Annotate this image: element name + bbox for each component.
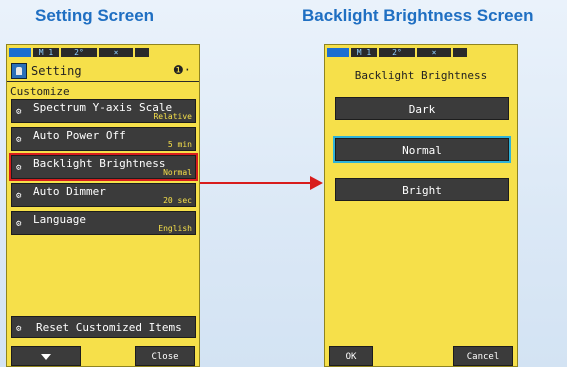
cancel-button[interactable]: Cancel — [453, 346, 513, 366]
ok-button[interactable]: OK — [329, 346, 373, 366]
backlight-brightness-screen: M 1 2° × Backlight Brightness Dark Norma… — [324, 44, 518, 367]
status-bar: M 1 2° × — [7, 45, 199, 59]
menu-item-value: English — [158, 224, 192, 233]
menu-item-language[interactable]: ⚙ Language English — [11, 211, 196, 235]
down-arrow-icon — [41, 353, 51, 360]
sd-card-icon — [453, 47, 467, 57]
gear-icon: ⚙ — [16, 163, 22, 173]
caption-setting-screen: Setting Screen — [35, 6, 155, 25]
gear-icon: ⚙ — [16, 135, 22, 145]
battery-icon — [327, 47, 349, 57]
menu-item-value: 20 sec — [163, 196, 192, 205]
menu-item-auto-power-off[interactable]: ⚙ Auto Power Off 5 min — [11, 127, 196, 151]
gear-icon: ⚙ — [16, 324, 22, 334]
angle-indicator: 2° — [379, 47, 415, 57]
section-label: Customize — [10, 85, 70, 98]
menu-item-auto-dimmer[interactable]: ⚙ Auto Dimmer 20 sec — [11, 183, 196, 207]
battery-icon — [9, 47, 31, 57]
arrow-head-icon — [310, 176, 323, 190]
page-title: Setting — [31, 64, 82, 78]
caption-backlight-screen: Backlight Brightness Screen — [302, 6, 534, 25]
menu-item-value: 5 min — [167, 140, 192, 149]
menu-item-label: Language — [33, 213, 86, 226]
gear-icon: ⚙ — [16, 219, 22, 229]
setting-screen: M 1 2° × Setting ❶· Customize ⚙ Spectrum… — [6, 44, 200, 367]
scroll-down-button[interactable] — [11, 346, 81, 366]
menu-item-label: Auto Power Off — [33, 129, 126, 142]
menu-item-label: Backlight Brightness — [33, 157, 166, 170]
mode-indicator: M 1 — [351, 47, 377, 57]
close-button[interactable]: Close — [135, 346, 195, 366]
option-normal[interactable]: Normal — [333, 136, 511, 163]
reset-customized-items-button[interactable]: ⚙ Reset Customized Items — [11, 316, 196, 338]
extra-indicator: × — [417, 47, 451, 57]
menu-item-value: Relative — [153, 112, 192, 121]
sd-card-icon — [135, 47, 149, 57]
menu-item-label: Spectrum Y-axis Scale — [33, 101, 173, 114]
option-dark[interactable]: Dark — [335, 97, 509, 120]
gear-icon: ⚙ — [16, 191, 22, 201]
reset-label: Reset Customized Items — [36, 321, 182, 334]
page-title: Backlight Brightness — [354, 69, 488, 82]
mode-indicator: M 1 — [33, 47, 59, 57]
extra-indicator: × — [99, 47, 133, 57]
transition-arrow — [200, 182, 312, 184]
menu-item-value: Normal — [163, 168, 192, 177]
setting-icon — [11, 63, 27, 79]
gear-icon: ⚙ — [16, 107, 22, 117]
option-bright[interactable]: Bright — [335, 178, 509, 201]
status-bar: M 1 2° × — [325, 45, 517, 59]
menu-item-spectrum-y-axis-scale[interactable]: ⚙ Spectrum Y-axis Scale Relative — [11, 99, 196, 123]
title-bar: Setting ❶· — [7, 61, 199, 82]
menu-item-backlight-brightness[interactable]: ⚙ Backlight Brightness Normal — [9, 153, 198, 181]
angle-indicator: 2° — [61, 47, 97, 57]
info-icon[interactable]: ❶· — [173, 63, 191, 77]
menu-item-label: Auto Dimmer — [33, 185, 106, 198]
